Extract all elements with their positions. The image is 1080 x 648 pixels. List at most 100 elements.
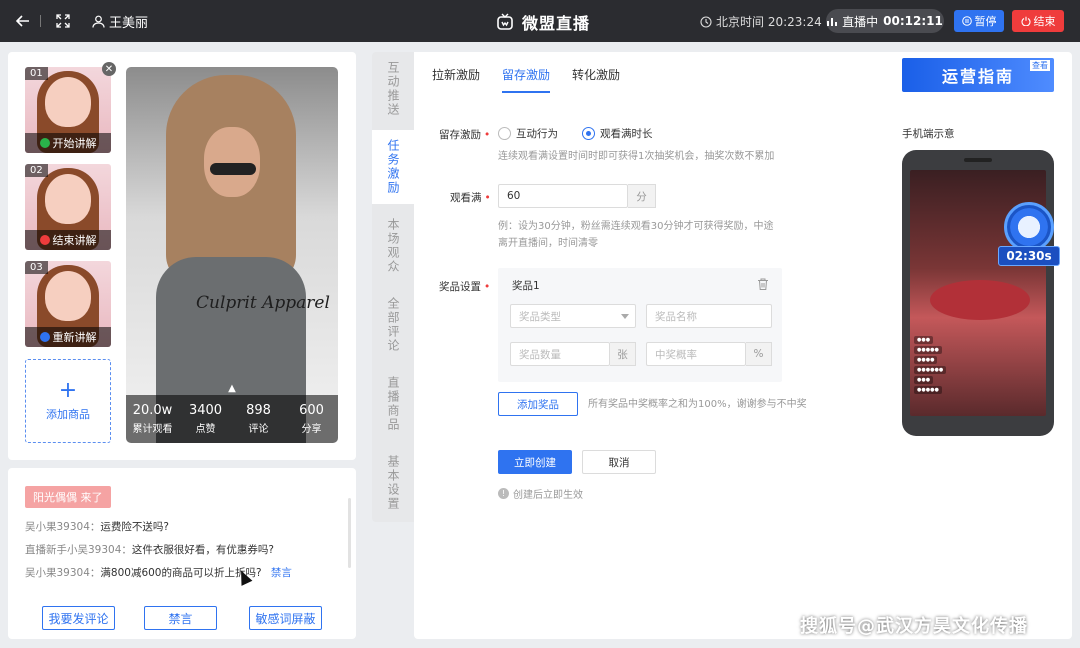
replay-icon — [39, 332, 50, 342]
countdown-timer: 02:30s — [998, 202, 1060, 268]
phone-mockup: ●●● ●●●●● ●●●● ●●●●●● ●●● ●●●●● — [902, 150, 1054, 436]
top-bar: 王美丽 微盟直播 北京时间 20:23:24 直播中 00:12:11 暂停 结… — [0, 0, 1080, 42]
prize-setting-label: 奖品设置 • — [439, 281, 491, 293]
percent-unit: % — [746, 342, 772, 366]
start-explain-button[interactable]: 开始讲解 — [25, 133, 111, 153]
live-stats: 20.0w 累计观看 3400 点赞 898 评论 600 分享 — [126, 395, 338, 443]
radio-watch-duration[interactable]: 观看满时长 — [582, 126, 653, 141]
tab-all-comments[interactable]: 全部评论 — [372, 288, 414, 362]
clock-text: 北京时间 20:23:24 — [716, 15, 822, 29]
power-icon — [1021, 16, 1030, 26]
live-label: 直播中 — [842, 14, 879, 29]
mute-link[interactable]: 禁言 — [271, 567, 292, 579]
user-name: 王美丽 — [109, 16, 149, 31]
product-index: 03 — [25, 261, 48, 274]
comment-item: 吴小果39304：满800减600的商品可以折上折吗? 禁言 — [25, 567, 292, 579]
app-title: 微盟直播 — [496, 10, 590, 34]
side-tabs: 互动推送 任务激励 本场观众 全部评论 直播商品 基本设置 — [372, 52, 414, 522]
watermark: 搜狐号@武汉方昊文化传播 — [800, 616, 1028, 637]
tab-conversion[interactable]: 转化激励 — [572, 66, 620, 93]
app-title-text: 微盟直播 — [522, 14, 591, 33]
stat-shares: 600 分享 — [299, 403, 324, 435]
radio-circle-icon — [498, 127, 511, 140]
pause-icon — [961, 16, 972, 26]
tab-audience[interactable]: 本场观众 — [372, 209, 414, 283]
stat-views: 20.0w 累计观看 — [132, 403, 173, 435]
prize-card: 奖品1 奖品类型 奖品名称 奖品数量 张 中奖概率 % — [498, 268, 782, 382]
radio-interaction[interactable]: 互动行为 — [498, 126, 558, 141]
plus-icon: + — [58, 378, 78, 403]
phone-preview-label: 手机端示意 — [902, 128, 955, 140]
watch-hint-2: 离开直播间，时间清零 — [498, 238, 598, 249]
tab-retention[interactable]: 留存激励 — [502, 66, 551, 93]
chevron-up-icon[interactable]: ▲ — [225, 383, 239, 394]
incentive-tabs: 拉新激励 留存激励 转化激励 — [432, 66, 620, 93]
product-index: 01 — [25, 67, 48, 80]
sensitive-word-filter-button[interactable]: 敏感词屏蔽 — [249, 606, 322, 630]
product-index: 02 — [25, 164, 48, 177]
watch-hint-1: 例：设为30分钟，粉丝需连续观看30分钟才可获得奖励，中途 — [498, 221, 774, 232]
view-tag: 查看 — [1030, 60, 1050, 71]
add-prize-hint: 所有奖品中奖概率之和为100%，谢谢参与不中奖 — [588, 399, 807, 410]
tab-acquisition[interactable]: 拉新激励 — [432, 66, 480, 93]
stat-comments: 898 评论 — [246, 403, 271, 435]
info-icon: ! — [498, 488, 509, 499]
comment-item: 吴小果39304：运费险不送吗? — [25, 521, 169, 533]
back-arrow-icon[interactable] — [12, 10, 34, 32]
product-thumb-1[interactable]: 01 开始讲解 — [25, 67, 111, 153]
stat-likes: 3400 点赞 — [188, 403, 223, 435]
live-preview: Culprit Apparel ▲ 20.0w 累计观看 3400 点赞 898 评论… — [126, 67, 338, 443]
signal-bars-icon — [827, 18, 838, 26]
tab-interaction-push[interactable]: 互动推送 — [372, 52, 414, 126]
tab-basic-settings[interactable]: 基本设置 — [372, 446, 414, 520]
add-product-button[interactable]: + 添加商品 — [25, 359, 111, 443]
create-button[interactable]: 立即创建 — [498, 450, 572, 474]
minute-unit: 分 — [628, 184, 656, 208]
clock-icon — [700, 15, 712, 28]
close-icon[interactable]: ✕ — [102, 62, 116, 76]
play-icon — [39, 138, 50, 148]
tab-live-products[interactable]: 直播商品 — [372, 367, 414, 441]
pause-button[interactable]: 暂停 — [954, 10, 1004, 32]
retention-label: 留存激励 • — [439, 129, 491, 141]
user-info[interactable]: 王美丽 — [92, 12, 148, 31]
effect-note: ! 创建后立即生效 — [498, 486, 583, 501]
prize-type-select[interactable]: 奖品类型 — [510, 304, 636, 328]
watch-duration-input[interactable]: 60 — [498, 184, 628, 208]
fullscreen-icon[interactable] — [52, 10, 74, 32]
end-button[interactable]: 结束 — [1012, 10, 1064, 32]
end-explain-button[interactable]: 结束讲解 — [25, 230, 111, 250]
trash-icon[interactable] — [756, 277, 770, 291]
prize-title: 奖品1 — [512, 280, 540, 292]
retention-hint: 连续观看满设置时间时即可获得1次抽奖机会，抽奖次数不累加 — [498, 151, 775, 162]
chevron-down-icon — [621, 314, 629, 319]
prize-quantity-input[interactable]: 奖品数量 — [510, 342, 610, 366]
incentive-panel: 拉新激励 留存激励 转化激励 运营指南 查看 留存激励 • 互动行为 观看满时长 … — [414, 52, 1072, 639]
watch-label: 观看满 • — [450, 192, 491, 204]
scrollbar[interactable] — [348, 498, 351, 568]
prize-name-input[interactable]: 奖品名称 — [646, 304, 772, 328]
live-status: 直播中 00:12:11 — [826, 9, 944, 33]
prize-probability-input[interactable]: 中奖概率 — [646, 342, 746, 366]
product-thumb-2[interactable]: 02 结束讲解 — [25, 164, 111, 250]
add-prize-button[interactable]: 添加奖品 — [498, 392, 578, 416]
comment-panel: 阳光偶偶 来了 吴小果39304：运费险不送吗? 直播新手小吴39304：这件衣… — [8, 468, 356, 639]
cancel-button[interactable]: 取消 — [582, 450, 656, 474]
comment-item: 直播新手小吴39304：这件衣服很好看，有优惠券吗? — [25, 544, 274, 556]
stop-icon — [39, 235, 50, 245]
clock: 北京时间 20:23:24 — [700, 13, 822, 30]
product-preview-panel: 01 开始讲解 ✕ 02 结束讲解 03 重新讲解 + 添加商品 Culprit… — [8, 52, 356, 460]
operation-guide-banner[interactable]: 运营指南 查看 — [902, 58, 1054, 92]
restart-explain-button[interactable]: 重新讲解 — [25, 327, 111, 347]
post-comment-button[interactable]: 我要发评论 — [42, 606, 115, 630]
timer-label: 02:30s — [998, 246, 1060, 266]
live-time: 00:12:11 — [883, 14, 943, 28]
product-thumb-3[interactable]: 03 重新讲解 — [25, 261, 111, 347]
tab-task-incentive[interactable]: 任务激励 — [372, 130, 414, 204]
mute-button[interactable]: 禁言 — [144, 606, 217, 630]
quantity-unit: 张 — [610, 342, 636, 366]
timer-dial-icon — [1004, 202, 1054, 252]
separator — [40, 15, 41, 27]
welcome-badge: 阳光偶偶 来了 — [25, 486, 111, 508]
shirt-print: Culprit Apparel — [196, 293, 330, 313]
